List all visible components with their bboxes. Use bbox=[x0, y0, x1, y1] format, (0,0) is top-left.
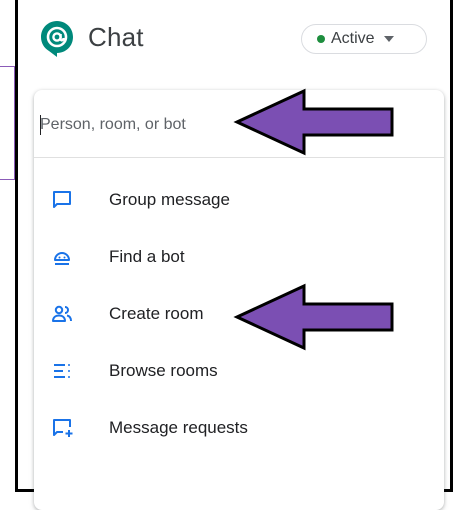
status-label: Active bbox=[331, 30, 375, 47]
message-request-icon bbox=[53, 419, 73, 437]
annotation-arrow-search bbox=[233, 88, 394, 156]
menu-item-label: Group message bbox=[109, 190, 230, 209]
menu-item-label: Browse rooms bbox=[109, 361, 218, 380]
status-dropdown[interactable]: Active bbox=[301, 24, 427, 54]
app-header: Chat Active bbox=[18, 0, 450, 80]
chat-logo-icon bbox=[41, 21, 73, 57]
app-title: Chat bbox=[88, 22, 144, 52]
annotation-frame bbox=[0, 66, 15, 180]
menu-item-label: Find a bot bbox=[109, 247, 185, 266]
bot-icon bbox=[54, 252, 70, 265]
status-dot-icon bbox=[317, 35, 325, 43]
menu-item-group-message[interactable]: Group message bbox=[34, 180, 444, 220]
caret-down-icon bbox=[383, 36, 394, 42]
menu-item-browse-rooms[interactable]: Browse rooms bbox=[34, 351, 444, 391]
list-icon bbox=[54, 364, 70, 378]
menu-item-label: Create room bbox=[109, 304, 204, 323]
people-icon bbox=[52, 305, 72, 322]
menu-item-find-bot[interactable]: Find a bot bbox=[34, 237, 444, 277]
menu-item-message-requests[interactable]: Message requests bbox=[34, 408, 444, 448]
chat-bubble-icon bbox=[53, 191, 71, 208]
menu-item-label: Message requests bbox=[109, 418, 248, 437]
annotation-arrow-create-room bbox=[233, 283, 394, 351]
